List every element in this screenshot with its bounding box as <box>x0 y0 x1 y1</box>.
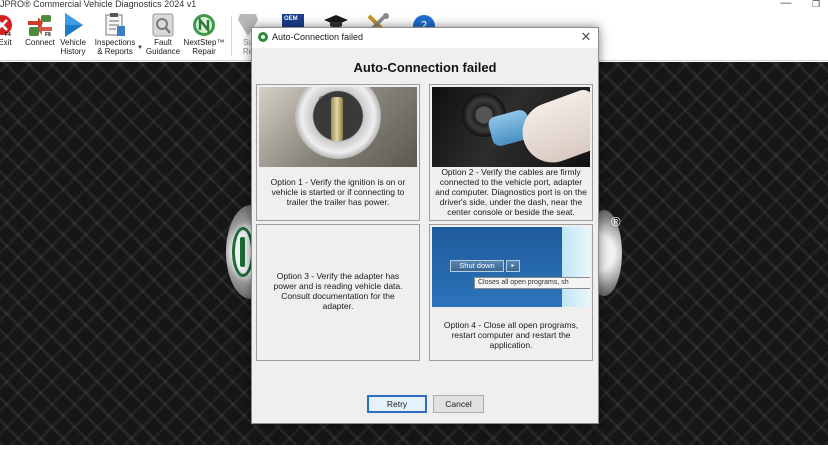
nextstep-repair-label: NextStep™ Repair <box>183 38 225 56</box>
option-1-text: Option 1 - Verify the ignition is on or … <box>270 177 406 207</box>
minimize-button[interactable]: — <box>780 0 792 9</box>
cancel-button[interactable]: Cancel <box>433 395 484 413</box>
dialog-heading: Auto-Connection failed <box>353 60 497 75</box>
maximize-button[interactable]: ❐ <box>810 0 822 10</box>
connect-fkey: F8 <box>45 32 51 38</box>
exit-label: Exit <box>0 38 12 47</box>
dialog-title: Auto-Connection failed <box>272 32 364 42</box>
vehicle-history-label: Vehicle History <box>60 38 86 56</box>
option-2-text: Option 2 - Verify the cables are firmly … <box>435 167 587 217</box>
dialog-title-bar: Auto-Connection failed ✕ <box>252 28 598 48</box>
status-strip <box>0 445 828 452</box>
auto-connection-failed-dialog: Auto-Connection failed ✕ Auto-Connection… <box>251 27 599 424</box>
exit-icon: F4 <box>0 12 14 38</box>
option-4-text: Option 4 - Close all open programs, rest… <box>443 320 579 350</box>
connect-button[interactable]: F8 Connect <box>24 12 56 61</box>
oem-badge: OEM <box>284 16 298 22</box>
option-1-panel: ON Option 1 - Verify the ignition is on … <box>256 84 420 221</box>
screenshot-arrow-icon: ▸ <box>506 260 520 272</box>
inspections-reports-icon <box>103 12 127 38</box>
fault-guidance-label: Fault Guidance <box>145 38 181 56</box>
fault-guidance-button[interactable]: Fault Guidance <box>145 12 181 61</box>
app-title: JPRO® Commercial Vehicle Diagnostics 202… <box>0 0 197 9</box>
dialog-app-icon <box>258 32 268 42</box>
screenshot-tooltip: Closes all open programs, sh <box>474 277 590 289</box>
toolbar-separator <box>231 16 232 56</box>
ignition-label: ON <box>319 97 330 103</box>
option-4-panel: Shut down ▸ Closes all open programs, sh… <box>429 224 593 361</box>
cable-photo <box>432 87 590 167</box>
nextstep-repair-button[interactable]: NextStep™ Repair <box>184 12 224 61</box>
exit-button[interactable]: F4 Exit <box>0 12 14 61</box>
registered-mark: ® <box>611 214 621 229</box>
fault-guidance-icon <box>151 12 175 38</box>
retry-button[interactable]: Retry <box>367 395 427 413</box>
connect-icon: F8 <box>25 12 55 38</box>
option-3-text: Option 3 - Verify the adapter has power … <box>273 271 403 311</box>
exit-fkey: F4 <box>5 32 11 38</box>
inspections-dropdown-arrow[interactable]: ▼ <box>137 45 143 51</box>
nextstep-repair-icon <box>192 12 216 38</box>
option-3-panel: Option 3 - Verify the adapter has power … <box>256 224 420 361</box>
app-title-bar: JPRO® Commercial Vehicle Diagnostics 202… <box>0 0 828 12</box>
option-2-panel: Option 2 - Verify the cables are firmly … <box>429 84 593 221</box>
shutdown-screenshot: Shut down ▸ Closes all open programs, sh <box>432 227 590 307</box>
screenshot-shutdown-button: Shut down <box>450 260 504 272</box>
vehicle-history-icon <box>61 12 85 38</box>
ignition-photo: ON <box>259 87 417 167</box>
background-logo-bar <box>240 237 245 267</box>
inspections-reports-label: Inspections & Reports <box>94 38 136 56</box>
connect-label: Connect <box>25 38 55 47</box>
vehicle-history-button[interactable]: Vehicle History <box>58 12 88 61</box>
inspections-reports-button[interactable]: Inspections & Reports <box>94 12 136 61</box>
dialog-close-icon[interactable]: ✕ <box>579 30 593 44</box>
